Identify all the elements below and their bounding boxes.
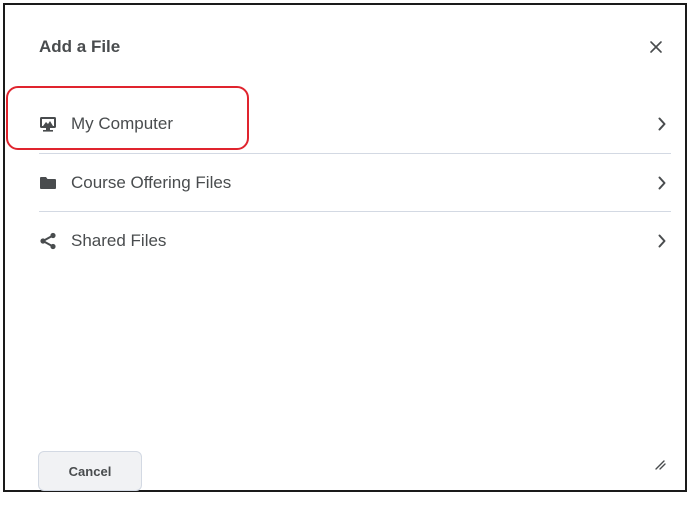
source-label: My Computer <box>71 114 174 133</box>
add-file-dialog: Add a File My Computer Course Offering F… <box>3 3 687 492</box>
chevron-right-icon <box>658 234 666 247</box>
source-shared-files[interactable]: Shared Files <box>39 211 671 269</box>
computer-icon <box>39 115 57 133</box>
source-course-offering-files[interactable]: Course Offering Files <box>39 153 671 211</box>
dialog-title: Add a File <box>39 37 121 56</box>
chevron-right-icon <box>658 117 666 131</box>
chevron-right-icon <box>658 176 666 189</box>
share-icon <box>39 232 57 250</box>
source-label: Course Offering Files <box>71 172 232 192</box>
file-source-list: My Computer Course Offering Files Shared… <box>39 95 671 269</box>
resize-handle-icon[interactable] <box>653 456 667 470</box>
folder-icon <box>39 174 57 192</box>
close-icon <box>650 41 662 53</box>
cancel-button[interactable]: Cancel <box>38 451 142 491</box>
source-label: Shared Files <box>71 230 167 250</box>
close-button[interactable] <box>645 36 667 58</box>
source-my-computer[interactable]: My Computer <box>39 95 671 153</box>
